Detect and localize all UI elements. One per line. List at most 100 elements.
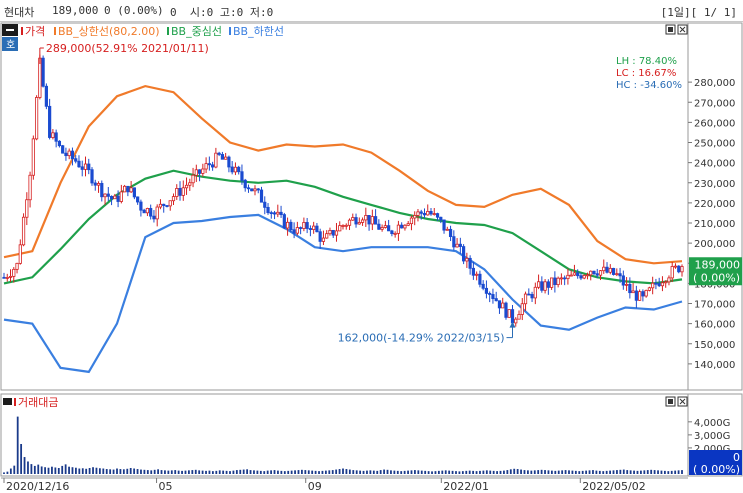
stock-name[interactable]: 현대차	[4, 4, 34, 20]
volume-bar	[242, 469, 245, 474]
candle-body	[272, 212, 277, 215]
volume-bar	[455, 471, 457, 474]
candle-body	[61, 145, 65, 154]
volume-bar	[98, 468, 101, 474]
x-tick-label: 2022/01	[443, 480, 489, 493]
candle-body	[220, 154, 224, 160]
volume-bar	[146, 470, 149, 474]
volume-bar	[215, 470, 218, 474]
candle-body	[246, 187, 251, 190]
candle-body	[279, 211, 283, 215]
candle-body	[15, 262, 19, 270]
candle-body	[367, 215, 371, 225]
volume-bar	[170, 470, 173, 474]
volume-bar	[277, 470, 279, 474]
candle-body	[321, 237, 326, 242]
volume-bar	[503, 470, 505, 474]
volume-bar	[468, 470, 471, 474]
candle-body	[540, 281, 544, 291]
candle-body	[48, 105, 52, 138]
volume-bar	[574, 470, 577, 474]
candle-body	[341, 225, 345, 227]
candle-body	[211, 164, 215, 168]
candle-body	[608, 267, 612, 273]
y-tick-label: 210,000	[694, 219, 735, 230]
volume-bar	[239, 469, 242, 474]
volume-legend-swatch	[14, 398, 16, 406]
volume-bar	[431, 471, 433, 474]
x-tick-label: 2022/05/02	[582, 480, 645, 493]
candle-body	[103, 193, 107, 198]
candle-body	[491, 294, 495, 299]
volume-bar	[670, 470, 673, 474]
volume-legend-label[interactable]: 거래대금	[18, 396, 58, 409]
volume-bar	[444, 470, 447, 474]
candle-body	[64, 152, 68, 157]
volume-bar	[167, 470, 170, 474]
panel-menu-icon-bar	[6, 29, 14, 31]
legend-bb-lower-label[interactable]: BB_하한선	[233, 24, 284, 38]
candle-body	[113, 195, 117, 200]
volume-bar	[588, 470, 591, 474]
candle-body	[445, 228, 449, 231]
legend-bb-mid-label[interactable]: BB_중심선	[171, 25, 222, 38]
volume-bar	[307, 470, 310, 474]
chart-canvas[interactable]: 호 가격 BB_상한선(80,2.00) BB_중심선 BB_하한선 LH : …	[0, 22, 743, 493]
volume-bar	[3, 472, 5, 474]
candle-body	[214, 152, 218, 168]
volume-bar	[472, 470, 475, 474]
volume-bar	[633, 470, 635, 474]
volume-bar	[372, 470, 375, 474]
volume-bar	[6, 471, 9, 474]
volume-menu-icon[interactable]	[3, 398, 12, 405]
volume-bar	[164, 470, 166, 474]
volume-bar	[657, 470, 659, 474]
candle-body	[416, 211, 420, 216]
volume-bar	[376, 470, 379, 474]
candle-body	[494, 298, 498, 302]
volume-bar	[571, 470, 574, 474]
volume-bar	[331, 470, 334, 474]
candle-body	[299, 227, 303, 229]
volume-bar	[537, 470, 540, 474]
y-tick-label: 240,000	[694, 159, 735, 170]
volume-bar	[85, 468, 88, 474]
legend-price-label[interactable]: 가격	[25, 25, 45, 38]
candle-body	[132, 187, 136, 198]
price-y-axis: 280,000 270,000 260,000 250,000 240,000 230,0…	[688, 78, 735, 371]
volume-bar	[71, 467, 74, 474]
candle-body	[38, 57, 42, 98]
candle-body	[409, 217, 414, 225]
x-tick-label: 05	[159, 480, 173, 493]
volume-panel[interactable]	[0, 393, 743, 477]
volume-bar	[434, 471, 437, 474]
period-indicator[interactable]: [1일][ 1/ 1]	[661, 4, 737, 20]
current-price-box-value: 189,000	[695, 258, 741, 271]
candle-body	[396, 224, 401, 234]
chart-frame[interactable]: 호 가격 BB_상한선(80,2.00) BB_중심선 BB_하한선 LH : …	[0, 22, 743, 493]
candle-body	[54, 132, 58, 142]
candle-body	[373, 216, 378, 225]
volume-bar	[150, 470, 153, 474]
y-tick-label: 150,000	[694, 340, 735, 351]
volume-bar	[345, 469, 348, 474]
candle-body	[677, 265, 681, 273]
legend-bb-upper-label[interactable]: BB_상한선(80,2.00)	[58, 25, 160, 38]
y-tick-label: 170,000	[694, 300, 735, 311]
volume-bar	[287, 470, 290, 474]
volume-bar	[109, 469, 112, 474]
candle-body	[400, 224, 404, 229]
volume-bar	[410, 470, 413, 474]
current-price-marker: 189,000 ( 0.00%)	[689, 257, 742, 286]
candle-body	[315, 225, 319, 233]
legend-bb-mid-swatch	[167, 27, 169, 35]
candle-body	[481, 283, 485, 289]
candle-body	[194, 169, 198, 176]
candle-body	[559, 277, 563, 280]
volume-bar	[513, 468, 516, 474]
candle-body	[585, 274, 590, 277]
volume-bar	[301, 469, 303, 474]
volume-bar	[218, 470, 221, 474]
volume-bar	[64, 464, 67, 474]
candle-body	[611, 267, 616, 275]
